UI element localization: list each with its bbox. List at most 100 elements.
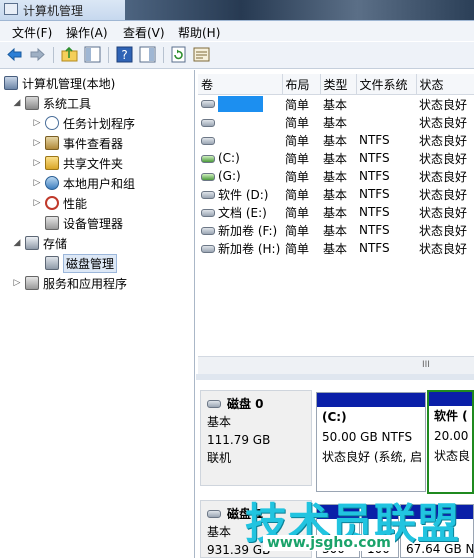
redacted-volume-name [218,96,263,112]
disk-icon [207,510,221,518]
menu-bar: 文件(F) 操作(A) 查看(V) 帮助(H) [0,21,474,41]
column-header-layout[interactable]: 布局 [282,74,321,95]
tree-node-disk-management[interactable]: 磁盘管理 [32,253,118,273]
expanded-triangle-icon[interactable]: ◢ [12,98,22,108]
menu-view[interactable]: 查看(V) [123,24,165,41]
users-icon [45,176,59,190]
column-header-type[interactable]: 类型 [320,74,357,95]
device-manager-icon [45,216,59,230]
clock-icon [45,116,59,130]
expanded-triangle-icon[interactable]: ◢ [12,238,22,248]
tree-node-device-manager[interactable]: 设备管理器 [32,214,123,232]
title-bar-blurred-area [125,0,474,20]
scrollbar-thumb-grip[interactable]: III [422,360,442,370]
volume-icon [201,227,215,235]
help-icon[interactable]: ? [116,46,133,63]
collapsed-triangle-icon[interactable]: ▷ [32,138,42,148]
collapsed-triangle-icon[interactable]: ▷ [32,158,42,168]
volume-icon [201,245,215,253]
show-hide-console-tree-icon[interactable] [84,46,101,63]
forward-arrow-icon[interactable] [29,46,46,63]
tree-node-services-apps[interactable]: ▷ 服务和应用程序 [12,274,127,292]
partition-c-status: 状态良好 (系统, 启 [322,450,423,464]
toolbar-separator [53,47,54,63]
table-row[interactable]: 文档 (E:) 简单 基本 NTFS 状态良好 [198,203,474,221]
table-row[interactable]: 新加卷 (H:) 简单 基本 NTFS 状态良好 [198,239,474,257]
window-title: 计算机管理 [23,4,84,18]
title-bar: 计算机管理 [0,0,474,21]
computer-management-icon [4,3,18,15]
volume-table-header: 卷 布局 类型 文件系统 状态 [198,74,474,95]
tree-node-storage[interactable]: ◢ 存储 [12,234,67,252]
table-row[interactable]: (G:) 简单 基本 NTFS 状态良好 [198,167,474,185]
tree-node-event-viewer[interactable]: ▷ 事件查看器 [32,134,123,152]
toolbar-separator [163,47,164,63]
partition-d-name: 软件 ( [434,409,468,423]
tree-node-task-scheduler[interactable]: ▷ 任务计划程序 [32,114,135,132]
disk-0-size: 111.79 GB [207,433,271,447]
partition-c[interactable]: (C:) 50.00 GB NTFS 状态良好 (系统, 启 [316,392,426,492]
volume-icon [201,118,215,127]
svg-text:?: ? [121,48,127,62]
tree-node-local-users[interactable]: ▷ 本地用户和组 [32,174,135,192]
collapsed-triangle-icon[interactable]: ▷ [32,178,42,188]
computer-icon [4,76,18,90]
volume-icon [201,209,215,217]
properties-icon[interactable] [193,46,210,63]
partition-c-bar [317,393,425,407]
menu-file[interactable]: 文件(F) [12,24,52,41]
column-header-volume[interactable]: 卷 [198,74,283,95]
menu-action[interactable]: 操作(A) [66,24,108,41]
tree-node-root[interactable]: 计算机管理(本地) [4,74,115,92]
disk-0-status: 联机 [207,451,232,465]
console-tree: 计算机管理(本地) ◢ 系统工具 ▷ 任务计划程序 ▷ 事件查看器 ▷ 共享文件… [0,70,195,558]
partition-c-size: 50.00 GB NTFS [322,430,413,444]
collapsed-triangle-icon[interactable]: ▷ [32,198,42,208]
table-row[interactable]: (C:) 简单 基本 NTFS 状态良好 [198,149,474,167]
toolbar-separator [108,47,109,63]
back-arrow-icon[interactable] [6,46,23,63]
performance-icon [45,196,59,210]
partition-d-bar [429,392,472,406]
services-icon [25,276,39,290]
table-row[interactable]: 简单 基本 状态良好 [198,95,474,114]
show-hide-action-pane-icon[interactable] [139,46,156,63]
tools-icon [25,96,39,110]
table-row[interactable]: 简单 基本 状态良好 [198,113,474,131]
disk-0-name: 磁盘 0 [227,397,264,411]
tree-node-system-tools[interactable]: ◢ 系统工具 [12,94,91,112]
table-row[interactable]: 软件 (D:) 简单 基本 NTFS 状态良好 [198,185,474,203]
watermark-url: www.jsgho.com [263,535,395,551]
volume-icon [201,154,215,163]
collapsed-triangle-icon[interactable]: ▷ [12,278,22,288]
volume-icon [201,100,215,108]
tree-node-performance[interactable]: ▷ 性能 [32,194,87,212]
up-folder-icon[interactable] [61,46,78,63]
volume-icon [201,191,215,199]
partition-c-name: (C:) [322,410,347,424]
refresh-icon[interactable] [170,46,187,63]
tree-node-shared-folders[interactable]: ▷ 共享文件夹 [32,154,123,172]
volume-icon [201,172,215,181]
volume-icon [201,136,215,145]
horizontal-scrollbar[interactable]: III [198,356,474,374]
event-viewer-icon [45,136,59,150]
collapsed-triangle-icon[interactable]: ▷ [32,118,42,128]
column-header-status[interactable]: 状态 [416,74,474,95]
column-header-filesystem[interactable]: 文件系统 [356,74,417,95]
partition-d-status: 状态良 [434,449,471,463]
disk-0-info[interactable]: 磁盘 0 基本 111.79 GB 联机 [200,390,312,486]
toolbar: ? [0,42,474,69]
disk-0-type: 基本 [207,415,232,429]
partition-d[interactable]: 软件 ( 20.00 状态良 [427,390,474,494]
volume-table: 卷 布局 类型 文件系统 状态 简单 基本 状态良好 简单 基本 状态良好 简单… [198,74,474,257]
shared-folder-icon [45,156,59,170]
disk-icon [207,400,221,408]
table-row[interactable]: 简单 基本 NTFS 状态良好 [198,131,474,149]
storage-icon [25,236,39,250]
disk-management-icon [45,256,59,270]
table-row[interactable]: 新加卷 (F:) 简单 基本 NTFS 状态良好 [198,221,474,239]
menu-help[interactable]: 帮助(H) [178,24,220,41]
partition-d-size: 20.00 [434,429,469,443]
volume-list: 卷 布局 类型 文件系统 状态 简单 基本 状态良好 简单 基本 状态良好 简单… [198,74,474,374]
